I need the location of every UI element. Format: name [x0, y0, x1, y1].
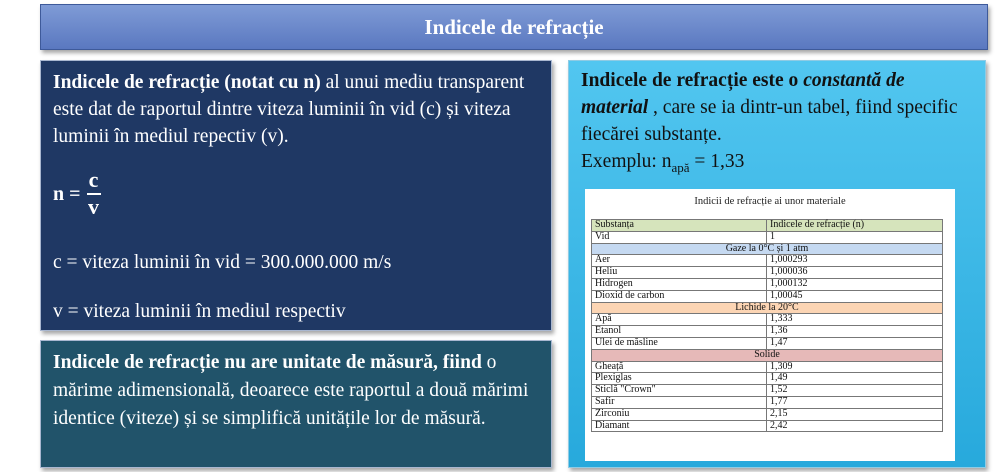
section-label: Lichide la 20°C	[591, 301, 943, 315]
definition-text: Indicele de refracție (notat cu n) al un…	[53, 69, 539, 150]
index-cell: 1	[766, 230, 943, 244]
table-row: Vid 1	[591, 230, 943, 244]
substance-cell: Hidrogen	[591, 277, 767, 291]
light-speed-medium: v = viteza luminii în mediul respectiv	[53, 301, 346, 322]
table-row: Sticlă "Crown" 1,52	[591, 384, 943, 397]
formula-denominator: v	[88, 194, 100, 219]
table-row: Hidrogen 1,000132	[591, 277, 943, 291]
header-substance: Substanța	[591, 219, 767, 232]
formula-numerator: c	[88, 167, 99, 192]
example-label: Exemplu: n	[581, 151, 672, 172]
substance-cell: Gheață	[591, 360, 767, 374]
table-row: Gheață 1,309	[591, 360, 943, 374]
index-cell: 1,000036	[766, 266, 943, 279]
index-cell: 1,309	[766, 360, 943, 374]
light-speed-vacuum: c = viteza luminii în vid = 300.000.000 …	[53, 252, 392, 273]
substance-cell: Zirconiu	[591, 407, 767, 421]
index-cell: 1,000293	[766, 254, 943, 268]
table-section-row: Lichide la 20°C	[591, 301, 943, 315]
index-cell: 1,36	[766, 325, 943, 338]
index-cell: 2,15	[766, 407, 943, 421]
unit-note-bold: Indicele de refracție nu are unitate de …	[53, 352, 438, 373]
table-row: Safir 1,77	[591, 395, 943, 409]
substance-cell: Dioxid de carbon	[591, 289, 767, 303]
index-cell: 1,77	[766, 395, 943, 409]
substance-cell: Sticlă "Crown"	[591, 384, 767, 397]
refraction-table-card: Indicii de refracție ai unor materiale S…	[585, 189, 955, 461]
table-section-row: Gaze la 0°C și 1 atm	[591, 242, 943, 256]
table-row: Ulei de măsline 1,47	[591, 336, 943, 350]
table-row: Aer 1,000293	[591, 254, 943, 268]
substance-cell: Apă	[591, 313, 767, 327]
substance-cell: Etanol	[591, 325, 767, 338]
table-row: Heliu 1,000036	[591, 266, 943, 279]
table-row: Etanol 1,36	[591, 325, 943, 338]
formula-lhs: n =	[53, 182, 81, 205]
section-label: Solide	[591, 348, 943, 362]
title-text: Indicele de refracție	[424, 14, 604, 39]
index-cell: 1,49	[766, 372, 943, 386]
substance-cell: Plexiglas	[591, 372, 767, 386]
substance-cell: Vid	[591, 230, 767, 244]
formula-fraction: c v	[86, 167, 101, 219]
header-index: Indicele de refracție (n)	[766, 219, 943, 232]
definition-box: Indicele de refracție (notat cu n) al un…	[40, 60, 552, 331]
index-cell: 1,00045	[766, 289, 943, 303]
table-header-row: Substanța Indicele de refracție (n)	[591, 219, 943, 232]
substance-cell: Heliu	[591, 266, 767, 279]
substance-cell: Diamant	[591, 419, 767, 433]
table-caption: Indicii de refracție ai unor materiale	[694, 196, 846, 207]
example-line: Exemplu: napă = 1,33	[581, 148, 973, 181]
unit-note-box: Indicele de refracție nu are unitate de …	[40, 340, 552, 468]
index-cell: 1,47	[766, 336, 943, 350]
section-label: Gaze la 0°C și 1 atm	[591, 242, 943, 256]
constant-note-bold: Indicele de refracție este o	[581, 70, 804, 91]
substance-cell: Safir	[591, 395, 767, 409]
table-row: Plexiglas 1,49	[591, 372, 943, 386]
index-cell: 1,333	[766, 313, 943, 327]
constant-note-text: Indicele de refracție este o constantă d…	[581, 67, 973, 148]
table-row: Zirconiu 2,15	[591, 407, 943, 421]
table-row: Diamant 2,42	[591, 419, 943, 433]
definition-term: Indicele de refracție (notat cu n)	[53, 72, 321, 93]
substance-cell: Ulei de măsline	[591, 336, 767, 350]
page-title: Indicele de refracție	[40, 4, 988, 50]
index-cell: 2,42	[766, 419, 943, 433]
index-cell: 1,000132	[766, 277, 943, 291]
table-row: Apă 1,333	[591, 313, 943, 327]
index-cell: 1,52	[766, 384, 943, 397]
example-value: = 1,33	[689, 151, 745, 172]
formula: n = c v	[53, 169, 101, 219]
constant-note-box: Indicele de refracție este o constantă d…	[568, 60, 986, 468]
substance-cell: Aer	[591, 254, 767, 268]
refraction-table: Substanța Indicele de refracție (n) Vid 1…	[591, 219, 943, 433]
unit-note-bold-2: fiind	[442, 352, 482, 373]
table-section-row: Solide	[591, 348, 943, 362]
example-subscript: apă	[671, 159, 690, 175]
table-row: Dioxid de carbon 1,00045	[591, 289, 943, 303]
